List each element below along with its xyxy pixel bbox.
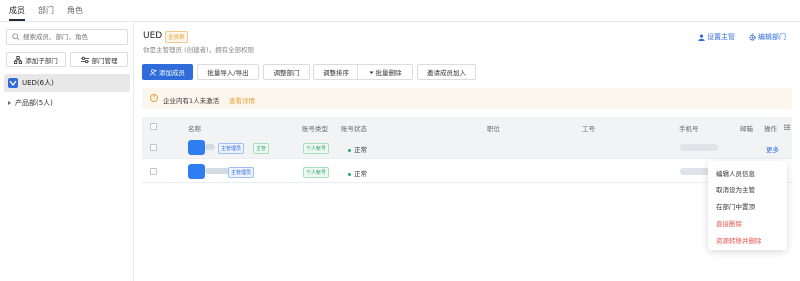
set-supervisor-link[interactable]: 设置主管 [698,32,735,42]
view-details-link[interactable]: 查看详情 [229,95,255,105]
role-tag: 主管理员 [228,167,255,178]
account-type-tag: 个人帐号 [303,167,330,178]
account-type-tag: 个人帐号 [303,143,330,154]
status-dot [348,148,351,152]
menu-item-edit-member[interactable]: 编辑人员信息 [716,168,755,178]
all-group-badge: 全员群 [165,31,188,43]
add-sub-dept-label: 添加子部门 [25,56,58,65]
role-tag: 主管理员 [218,143,245,154]
add-member-label: 添加成员 [159,69,185,77]
org-chart-icon [14,55,23,64]
tree-item-label: UED(6人) [22,79,54,87]
col-name: 名称 [188,125,201,133]
import-export-button[interactable]: 批量导入/导出 [197,64,259,80]
row-checkbox[interactable] [150,144,157,151]
row-checkbox[interactable] [150,168,157,175]
account-status-text: 正常 [354,170,367,178]
row-actions-menu: 编辑人员信息 取消设为主管 在部门中置顶 直接删除 资源转移并删除 [708,161,787,250]
top-nav: 成员 部门 角色 [0,0,800,22]
user-icon [698,33,705,41]
page-subtitle: 你是主管理员 (创建者)，拥有全部权限 [143,46,255,54]
department-icon [8,78,18,88]
menu-item-delete[interactable]: 直接删除 [716,218,742,228]
gear-icon [749,33,756,41]
dept-manage-button[interactable]: 部门管理 [70,52,128,67]
role-tag: 主管 [253,143,270,154]
avatar [188,140,205,155]
search-box[interactable] [6,29,128,45]
page-title: UED [143,31,163,41]
expand-caret-icon[interactable] [8,101,11,105]
caret-down-icon [369,71,373,74]
col-employee-id: 工号 [582,125,595,133]
add-sub-dept-button[interactable]: 添加子部门 [6,52,66,67]
table-row[interactable]: 主管理员 主管 个人帐号 正常 更多 [142,137,792,159]
tab-roles[interactable]: 角色 [67,5,83,16]
menu-item-transfer-delete[interactable]: 资源转移并删除 [716,235,762,245]
table-header: 名称 账号类型 账号状态 职位 工号 手机号 邮箱 操作 [142,117,792,137]
dept-manage-label: 部门管理 [91,56,118,65]
search-icon [12,33,20,41]
column-settings-icon[interactable] [784,124,790,130]
tab-members[interactable]: 成员 [9,5,25,16]
col-actions: 操作 [764,125,777,133]
adjust-dept-button[interactable]: 调整部门 [263,64,310,80]
col-account-type: 账号类型 [302,125,328,133]
select-all-checkbox[interactable] [150,123,157,130]
account-status: 正常 [348,168,367,178]
search-input[interactable] [23,32,123,42]
edit-dept-link[interactable]: 编辑部门 [749,32,786,42]
batch-delete-label: 批量删除 [375,69,402,77]
add-member-button[interactable]: 添加成员 [142,64,193,80]
set-supervisor-label: 设置主管 [707,33,735,41]
main-panel: UED 全员群 你是主管理员 (创建者)，拥有全部权限 设置主管 编辑部门 添加… [135,22,800,281]
active-tab-indicator [9,19,25,21]
invite-member-label: 邀请成员加入 [427,69,466,77]
warning-icon: ! [150,94,158,102]
adjust-order-button[interactable]: 调整排序 [313,64,359,80]
sidebar: 添加子部门 部门管理 UED(6人) 产品部(5人) [0,22,134,281]
settings-sliders-icon [80,56,89,63]
tab-departments[interactable]: 部门 [38,5,54,16]
more-button[interactable]: 更多 [766,144,779,154]
account-status-text: 正常 [354,146,367,154]
add-user-icon [150,68,157,76]
phone-blurred [680,144,718,151]
tree-item-ued[interactable]: UED(6人) [4,74,130,92]
member-name-blurred [205,144,215,150]
import-export-label: 批量导入/导出 [207,69,249,77]
account-status: 正常 [348,144,367,154]
batch-delete-button[interactable]: 批量删除 [357,64,413,80]
edit-dept-label: 编辑部门 [758,33,786,41]
invite-member-button[interactable]: 邀请成员加入 [417,64,476,80]
avatar [188,164,205,179]
status-dot [348,172,351,176]
col-phone: 手机号 [679,125,699,133]
notice-text: 企业内有1人未激活 [163,97,220,105]
table-row[interactable]: 主管理员 个人帐号 正常 [142,161,792,183]
adjust-order-label: 调整排序 [323,69,349,77]
menu-item-unset-supervisor[interactable]: 取消设为主管 [716,184,755,194]
inactive-notice: ! 企业内有1人未激活 查看详情 [142,88,792,109]
menu-item-pin-in-dept[interactable]: 在部门中置顶 [716,201,755,211]
adjust-dept-label: 调整部门 [273,69,300,77]
col-email: 邮箱 [740,125,753,133]
tree-item-product[interactable]: 产品部(5人) [8,98,53,108]
tree-item-label: 产品部(5人) [15,99,53,107]
col-position: 职位 [487,125,500,133]
col-account-status: 账号状态 [341,125,367,133]
